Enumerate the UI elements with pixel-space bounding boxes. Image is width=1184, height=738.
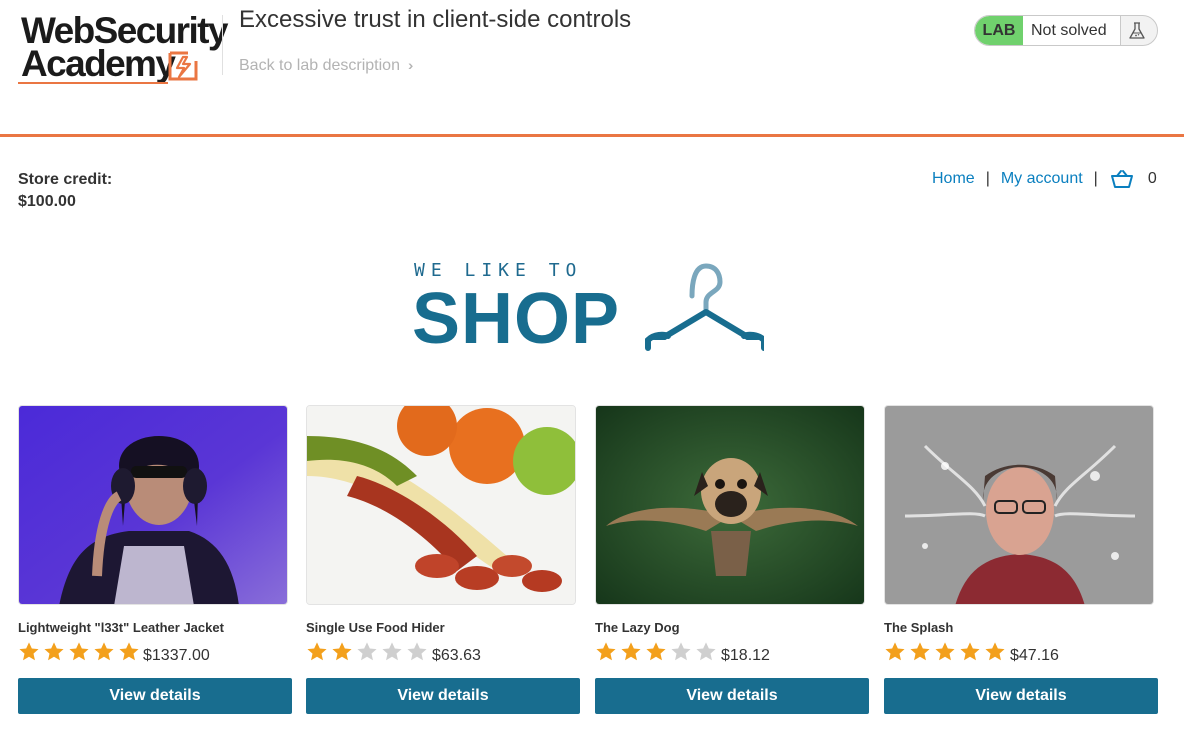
nav-separator: |: [1093, 170, 1098, 187]
water-splash-face-photo: [885, 406, 1153, 604]
logo-lightning-icon: [168, 51, 198, 81]
star-filled-icon: [19, 642, 39, 661]
logo-text-line2: Academy: [21, 43, 176, 84]
star-filled-icon: [960, 642, 980, 661]
star-filled-icon: [94, 642, 114, 661]
star-empty-icon: [357, 642, 377, 661]
view-details-button[interactable]: View details: [306, 678, 580, 714]
star-filled-icon: [596, 642, 616, 661]
star-filled-icon: [910, 642, 930, 661]
product-card: The Splash $47.16 View details: [884, 405, 1158, 714]
product-price: $1337.00: [143, 647, 210, 664]
star-empty-icon: [671, 642, 691, 661]
product-rating: [306, 641, 431, 663]
star-empty-icon: [407, 642, 427, 661]
product-card: Lightweight "l33t" Leather Jacket $1337.…: [18, 405, 292, 714]
product-name: Single Use Food Hider: [306, 620, 445, 635]
product-price: $47.16: [1010, 647, 1059, 664]
lab-tag: LAB: [975, 16, 1023, 45]
nav-separator: |: [985, 170, 990, 187]
star-filled-icon: [621, 642, 641, 661]
banana-with-sausage-photo: [307, 406, 575, 604]
product-image[interactable]: [18, 405, 288, 605]
store-credit-value: $100.00: [18, 193, 76, 210]
banner-big-text: SHOP: [412, 279, 621, 359]
star-filled-icon: [985, 642, 1005, 661]
cart-item-count: 0: [1147, 170, 1157, 187]
flask-icon: [1129, 22, 1145, 39]
store-credit: Store credit: $100.00: [18, 169, 112, 213]
back-link-label: Back to lab description: [239, 57, 400, 74]
home-link[interactable]: Home: [932, 170, 975, 188]
header-divider: [222, 15, 223, 75]
lab-status-text: Not solved: [1023, 16, 1121, 45]
product-rating: [18, 641, 143, 663]
store-credit-label: Store credit:: [18, 171, 113, 188]
logo-underline: [18, 82, 168, 84]
star-filled-icon: [332, 642, 352, 661]
star-filled-icon: [69, 642, 89, 661]
clothes-hanger-icon: [645, 263, 764, 352]
product-image[interactable]: [306, 405, 576, 605]
product-name: The Splash: [884, 620, 954, 635]
star-filled-icon: [646, 642, 666, 661]
star-filled-icon: [44, 642, 64, 661]
we-like-to-shop-banner: WE LIKE TO SHOP: [412, 260, 764, 359]
product-rating: [884, 641, 1009, 663]
star-filled-icon: [119, 642, 139, 661]
my-account-link[interactable]: My account: [1001, 170, 1083, 188]
top-navigation: Home | My account | 0: [932, 168, 1157, 190]
star-filled-icon: [935, 642, 955, 661]
product-image[interactable]: [595, 405, 865, 605]
star-filled-icon: [307, 642, 327, 661]
product-image[interactable]: [884, 405, 1154, 605]
product-rating: [595, 641, 720, 663]
product-card: Single Use Food Hider $63.63 View detail…: [306, 405, 580, 714]
product-card: The Lazy Dog $18.12 View details: [595, 405, 869, 714]
view-details-button[interactable]: View details: [18, 678, 292, 714]
product-name: The Lazy Dog: [595, 620, 680, 635]
web-security-academy-logo[interactable]: WebSecurity Academy: [18, 12, 228, 92]
flying-pug-photo: [596, 406, 864, 604]
lab-title: Excessive trust in client-side controls: [239, 6, 632, 33]
product-price: $63.63: [432, 647, 481, 664]
double-chevron-right-icon: ››: [407, 57, 415, 73]
star-empty-icon: [382, 642, 402, 661]
product-price: $18.12: [721, 647, 770, 664]
star-filled-icon: [885, 642, 905, 661]
product-name: Lightweight "l33t" Leather Jacket: [18, 620, 224, 635]
view-details-button[interactable]: View details: [884, 678, 1158, 714]
woman-with-headphones-photo: [19, 406, 287, 604]
shopping-basket-icon[interactable]: [1110, 169, 1134, 189]
star-empty-icon: [696, 642, 716, 661]
view-details-button[interactable]: View details: [595, 678, 869, 714]
banner-small-text: WE LIKE TO: [414, 260, 583, 281]
back-to-lab-description-link[interactable]: Back to lab description ››: [239, 56, 415, 75]
academy-header: WebSecurity Academy Excessive trust in c…: [0, 0, 1184, 137]
lab-status-widget: LAB Not solved: [974, 15, 1158, 46]
